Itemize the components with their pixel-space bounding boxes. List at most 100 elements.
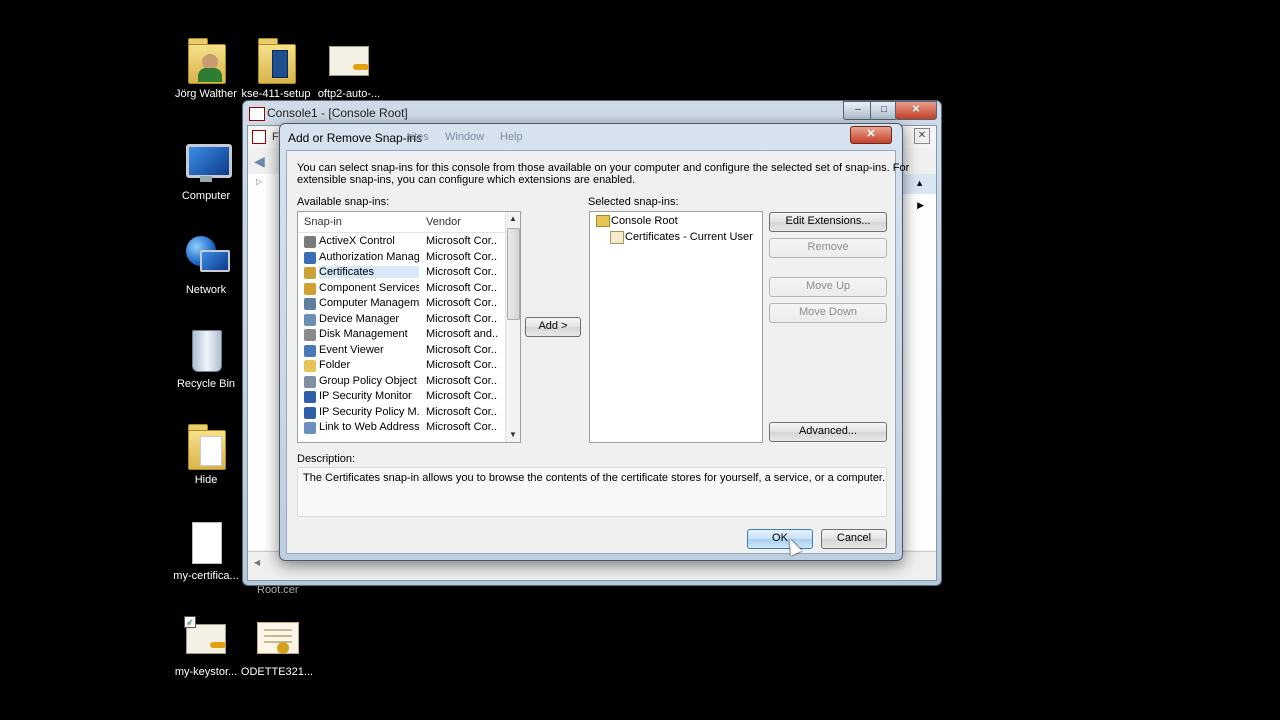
selected-snapins-tree[interactable]: Console Root Certificates - Current User <box>589 211 763 443</box>
snapin-row[interactable]: Computer Managem... Microsoft Cor... <box>298 297 498 312</box>
mmc-title: Console1 - [Console Root] <box>267 106 408 120</box>
snapin-row[interactable]: ActiveX Control Microsoft Cor... <box>298 235 498 250</box>
tree-node-console-root[interactable]: Console Root <box>594 214 754 229</box>
snapin-vendor: Microsoft Cor... <box>426 312 498 325</box>
edit-extensions-button[interactable]: Edit Extensions... <box>769 212 887 232</box>
desktop-icon-label: Network <box>185 284 227 296</box>
desktop-icon-network[interactable]: Network <box>166 232 246 296</box>
snapin-name: Event Viewer <box>319 343 384 356</box>
snapin-row[interactable]: Certificates Microsoft Cor... <box>298 266 498 281</box>
desktop-icon-recycle-bin[interactable]: Recycle Bin <box>166 326 246 390</box>
ok-button[interactable]: OK <box>747 529 813 549</box>
close-button[interactable]: ✕ <box>895 101 937 120</box>
snapin-row[interactable]: Folder Microsoft Cor... <box>298 359 498 374</box>
expand-icon[interactable]: ▷ <box>256 177 262 186</box>
snapin-vendor: Microsoft Cor... <box>426 421 498 433</box>
desktop-icon-hide[interactable]: Hide <box>166 422 246 486</box>
desktop-icon-label: my-keystor... <box>174 666 238 678</box>
snapin-row[interactable]: Device Manager Microsoft Cor... <box>298 313 498 328</box>
snapin-icon <box>304 267 316 279</box>
scroll-up-icon[interactable]: ▲ <box>506 212 520 226</box>
list-header: Snap-in Vendor <box>298 212 520 233</box>
snapin-vendor: Microsoft Cor... <box>426 343 498 356</box>
tree-node-certificates-current-user[interactable]: Certificates - Current User <box>608 230 758 245</box>
snapin-icon <box>304 422 316 434</box>
list-scrollbar[interactable]: ▲ ▼ <box>505 212 520 442</box>
more-right-icon[interactable]: ▶ <box>917 200 924 211</box>
desktop-icon-label: Hide <box>194 474 218 486</box>
snapin-icon <box>304 313 316 326</box>
snapin-row[interactable]: Group Policy Object ... Microsoft Cor... <box>298 375 498 390</box>
snapin-icon <box>304 251 316 264</box>
snapin-icon <box>304 344 316 357</box>
snapin-row[interactable]: IP Security Policy M... Microsoft Cor... <box>298 406 498 421</box>
snapin-icon <box>304 236 316 248</box>
snapin-vendor: Microsoft Cor... <box>426 405 498 418</box>
snapin-name: Device Manager <box>319 312 400 325</box>
move-down-button[interactable]: Move Down <box>769 303 887 323</box>
snapin-icon <box>304 282 316 295</box>
add-remove-snapins-dialog[interactable]: Add or Remove Snap-ins rites Window Help… <box>279 123 909 561</box>
available-snapins-label: Available snap-ins: <box>297 196 390 208</box>
snapin-vendor: Microsoft Cor... <box>426 374 498 387</box>
back-arrow-icon[interactable]: ◀ <box>254 153 265 170</box>
keystore-file-icon: ✓ <box>182 614 230 662</box>
intro-line-2: extensible snap-ins, you can configure w… <box>297 174 636 186</box>
snapin-icon <box>304 360 316 372</box>
mmc-titlebar[interactable]: Console1 - [Console Root] – □ ✕ <box>243 101 941 125</box>
dialog-close-button[interactable]: ✕ <box>850 126 892 144</box>
snapin-name: Computer Managem... <box>319 297 419 309</box>
mmc-app-icon <box>249 107 265 121</box>
snapin-row[interactable]: Event Viewer Microsoft Cor... <box>298 344 498 359</box>
snapin-name: ActiveX Control <box>319 235 395 247</box>
scroll-thumb[interactable] <box>507 228 520 320</box>
move-up-button[interactable]: Move Up <box>769 277 887 297</box>
cancel-button[interactable]: Cancel <box>821 529 887 549</box>
snapin-row[interactable]: Component Services Microsoft Cor... <box>298 282 498 297</box>
desktop-icon-user-folder[interactable]: Jörg Walther <box>166 36 246 100</box>
available-snapins-list[interactable]: Snap-in Vendor ActiveX Control Microsoft … <box>297 211 521 443</box>
desktop-icon-my-keystore[interactable]: ✓ my-keystor... <box>166 614 246 678</box>
snapin-row[interactable]: Disk Management Microsoft and... <box>298 328 498 343</box>
computer-icon <box>182 138 232 186</box>
behind-menu-favorites: rites <box>408 131 429 143</box>
child-close-icon[interactable]: ✕ <box>914 128 930 144</box>
desktop-icon-my-certificate[interactable]: my-certifica... <box>166 518 246 582</box>
snapin-icon <box>304 391 316 403</box>
desktop-icon-odette[interactable]: ODETTE321... <box>237 614 317 678</box>
maximize-button[interactable]: □ <box>870 101 898 120</box>
network-icon <box>182 232 230 280</box>
desktop-icon-computer[interactable]: Computer <box>166 138 246 202</box>
desktop-icon-oftp2[interactable]: oftp2-auto-... <box>309 36 389 100</box>
desktop-icon-label: kse-411-setup <box>241 88 311 100</box>
snapin-row[interactable]: IP Security Monitor Microsoft Cor... <box>298 390 498 405</box>
desktop-icon-kse-setup[interactable]: kse-411-setup <box>236 36 316 100</box>
snapin-name: Link to Web Address <box>319 421 419 433</box>
snapin-icon <box>304 329 316 341</box>
snapin-name: Component Services <box>319 281 419 294</box>
description-box: The Certificates snap-in allows you to b… <box>297 467 887 517</box>
desktop-icon-label: Computer <box>181 190 231 202</box>
scroll-down-icon[interactable]: ▼ <box>506 428 520 442</box>
remove-button[interactable]: Remove <box>769 238 887 258</box>
snapin-row[interactable]: Authorization Manager Microsoft Cor... <box>298 251 498 266</box>
column-snapin[interactable]: Snap-in <box>304 216 342 228</box>
add-button[interactable]: Add > <box>525 317 581 337</box>
snapin-icon <box>304 375 316 388</box>
certificate-icon <box>610 231 624 244</box>
collapse-up-icon[interactable]: ▲ <box>915 178 924 188</box>
folder-icon <box>252 36 300 84</box>
snapin-row[interactable]: Link to Web Address Microsoft Cor... <box>298 421 498 436</box>
tree-node-label: Certificates - Current User <box>625 231 753 243</box>
advanced-button[interactable]: Advanced... <box>769 422 887 442</box>
snapin-icon <box>304 406 316 419</box>
scroll-left-icon[interactable]: ◀ <box>254 558 260 567</box>
intro-line-1: You can select snap-ins for this console… <box>297 162 910 174</box>
minimize-button[interactable]: – <box>843 101 873 120</box>
snapin-name: Folder <box>319 359 351 371</box>
snapin-name: Certificates <box>319 266 419 278</box>
desktop-icon-label: Recycle Bin <box>176 378 236 390</box>
description-text: The Certificates snap-in allows you to b… <box>303 472 886 484</box>
column-vendor[interactable]: Vendor <box>426 216 461 228</box>
snapin-vendor: Microsoft Cor... <box>426 266 498 278</box>
